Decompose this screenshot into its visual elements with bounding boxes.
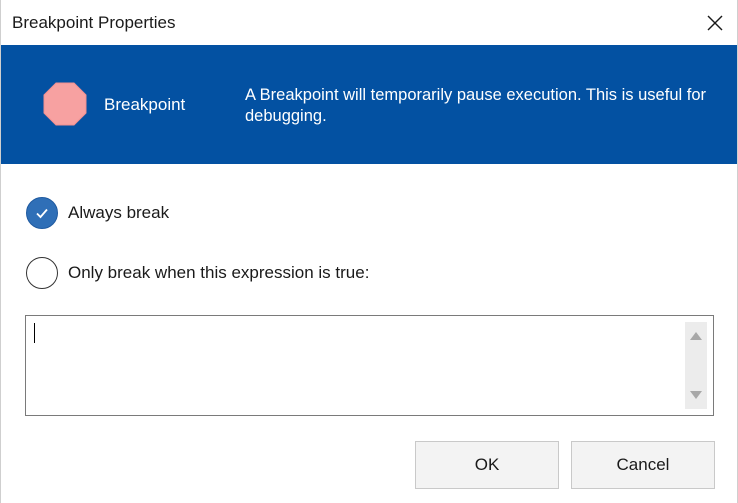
title-bar: Breakpoint Properties (1, 0, 737, 45)
always-break-radio[interactable] (26, 197, 58, 229)
stop-octagon-icon (43, 82, 87, 126)
conditional-break-label: Only break when this expression is true: (68, 263, 370, 282)
expression-input[interactable] (26, 316, 682, 415)
scroll-up-icon[interactable] (690, 332, 702, 340)
banner-title: Breakpoint (104, 95, 186, 114)
scroll-down-icon[interactable] (690, 391, 702, 399)
close-icon (707, 15, 723, 30)
ok-button[interactable]: OK (415, 441, 559, 489)
always-break-label: Always break (68, 203, 170, 222)
dialog-title: Breakpoint Properties (12, 13, 176, 32)
banner-description: A Breakpoint will temporarily pause exec… (245, 86, 707, 125)
text-caret (34, 323, 35, 343)
breakpoint-properties-dialog: Breakpoint Properties Breakpoint A Break… (0, 0, 738, 503)
cancel-button[interactable]: Cancel (571, 441, 715, 489)
close-button[interactable] (693, 0, 737, 45)
checkmark-icon (36, 208, 48, 219)
always-break-option[interactable]: Always break (26, 197, 169, 229)
conditional-break-option[interactable]: Only break when this expression is true: (26, 257, 369, 289)
expression-scrollbar[interactable] (685, 322, 707, 409)
expression-box (25, 315, 714, 416)
conditional-break-radio[interactable] (26, 257, 58, 289)
info-banner: Breakpoint A Breakpoint will temporarily… (1, 45, 737, 164)
